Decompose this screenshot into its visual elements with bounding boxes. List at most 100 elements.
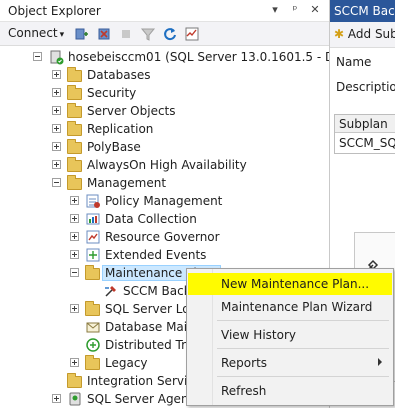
menu-separator	[217, 376, 389, 377]
designer-toolbar: ✱ Add Sub	[330, 22, 395, 48]
menu-item-view-history[interactable]: View History	[188, 324, 392, 346]
distributed-transaction-icon	[85, 336, 101, 354]
tree-node-label: Databases	[87, 68, 151, 82]
menu-item-label: Refresh	[221, 384, 267, 398]
tree-node-label: AlwaysOn High Availability	[87, 158, 247, 172]
expand-icon[interactable]	[70, 358, 79, 367]
folder-icon	[67, 67, 82, 82]
folder-icon	[67, 157, 82, 172]
stop-icon[interactable]	[118, 26, 134, 42]
tree-node[interactable]: Databases	[0, 66, 329, 84]
submenu-arrow-icon	[378, 358, 382, 366]
pin-icon[interactable]: ᵖ	[288, 3, 302, 16]
object-explorer-titlebar: Object Explorer ▾ ᵖ ✕	[0, 0, 329, 22]
menu-separator	[217, 348, 389, 349]
extended-events-icon	[85, 246, 101, 264]
add-subplan-icon: ✱	[334, 27, 345, 41]
subplan-grid: Subplan SCCM_SQL-	[334, 114, 395, 154]
folder-icon	[67, 85, 82, 100]
tree-node[interactable]: AlwaysOn High Availability	[0, 156, 329, 174]
expand-icon[interactable]	[52, 70, 61, 79]
folder-icon	[67, 139, 82, 154]
expand-icon[interactable]	[52, 394, 61, 403]
menu-item-label: Reports	[221, 356, 268, 370]
connect-label: Connect	[8, 26, 58, 40]
filter-icon[interactable]	[140, 26, 156, 42]
tree-node[interactable]: Replication	[0, 120, 329, 138]
folder-icon	[67, 121, 82, 136]
tree-node-label: Security	[87, 86, 137, 100]
expand-icon[interactable]	[70, 232, 79, 241]
expand-icon[interactable]	[52, 142, 61, 151]
tree-node-label: Management	[87, 176, 167, 190]
folder-icon	[67, 373, 82, 388]
tree-node[interactable]: Extended Events	[0, 246, 329, 264]
menu-item-refresh[interactable]: Refresh	[188, 380, 392, 402]
folder-icon	[67, 103, 82, 118]
collapse-icon[interactable]	[33, 52, 42, 61]
menu-separator	[217, 320, 389, 321]
tree-node-label: Extended Events	[105, 248, 207, 262]
tree-node-label: Legacy	[105, 356, 148, 370]
activity-monitor-icon[interactable]	[184, 26, 200, 42]
tree-node[interactable]: Resource Governor	[0, 228, 329, 246]
database-mail-icon	[85, 318, 101, 336]
subplan-cell[interactable]: SCCM_SQL-	[335, 134, 395, 152]
tree-node[interactable]: PolyBase	[0, 138, 329, 156]
tree-node-label: Server Objects	[87, 104, 176, 118]
menu-item-reports[interactable]: Reports	[188, 352, 392, 374]
close-icon[interactable]: ✕	[308, 3, 322, 16]
name-label: Name	[336, 55, 372, 69]
object-explorer-toolbar: Connect ▾	[0, 22, 329, 46]
subplan-column-header[interactable]: Subplan	[335, 115, 395, 133]
folder-icon	[67, 175, 82, 190]
tree-node[interactable]: hosebeisccm01 (SQL Server 13.0.1601.5 - …	[0, 48, 329, 66]
tree-node[interactable]: Management	[0, 174, 329, 192]
add-subplan-label: Add Sub	[347, 27, 395, 41]
tree-node[interactable]: Server Objects	[0, 102, 329, 120]
refresh-icon[interactable]	[162, 26, 178, 42]
tree-node-label: Data Collection	[105, 212, 197, 226]
expand-icon[interactable]	[52, 160, 61, 169]
expand-icon[interactable]	[70, 304, 79, 313]
expand-icon[interactable]	[52, 124, 61, 133]
menu-item-new-maintenance-plan[interactable]: New Maintenance Plan...	[188, 273, 392, 295]
menu-item-label: View History	[221, 328, 296, 342]
context-menu: New Maintenance Plan... Maintenance Plan…	[186, 268, 394, 406]
expand-icon[interactable]	[70, 250, 79, 259]
policy-icon	[85, 192, 101, 210]
connect-object-explorer-icon[interactable]	[74, 26, 90, 42]
add-subplan-button[interactable]: ✱ Add Sub	[334, 27, 395, 41]
object-explorer-title: Object Explorer	[8, 4, 101, 18]
sql-agent-icon	[67, 390, 83, 408]
tree-node-label: hosebeisccm01 (SQL Server 13.0.1601.5 - …	[68, 50, 329, 64]
tree-node[interactable]: Security	[0, 84, 329, 102]
folder-icon	[85, 355, 100, 370]
tree-node-label: Database Mail	[105, 320, 191, 334]
menu-item-maintenance-plan-wizard[interactable]: Maintenance Plan Wizard	[188, 296, 392, 318]
collapse-icon[interactable]	[70, 268, 79, 277]
expand-icon[interactable]	[70, 214, 79, 223]
description-label: Description	[336, 80, 395, 94]
tree-node[interactable]: Data Collection	[0, 210, 329, 228]
expand-icon[interactable]	[70, 196, 79, 205]
chevron-down-icon: ▾	[59, 30, 65, 40]
window-position-icon[interactable]: ▾	[268, 3, 282, 16]
resource-governor-icon	[85, 228, 101, 246]
disconnect-icon[interactable]	[96, 26, 112, 42]
expand-icon[interactable]	[52, 106, 61, 115]
folder-icon	[85, 301, 100, 316]
server-icon	[48, 48, 64, 66]
data-collection-icon	[85, 210, 101, 228]
collapse-icon[interactable]	[52, 178, 61, 187]
tree-node-label: SQL Server Agent	[87, 392, 194, 406]
designer-tab[interactable]: SCCM Back	[330, 0, 395, 22]
tree-node[interactable]: Policy Management	[0, 192, 329, 210]
expand-icon[interactable]	[52, 88, 61, 97]
menu-item-label: New Maintenance Plan...	[221, 277, 370, 291]
tree-node-label: Policy Management	[105, 194, 223, 208]
maintenance-plan-icon	[103, 282, 119, 300]
connect-button[interactable]: Connect ▾	[8, 26, 64, 40]
folder-icon	[85, 265, 100, 280]
tree-node-label: Replication	[87, 122, 154, 136]
